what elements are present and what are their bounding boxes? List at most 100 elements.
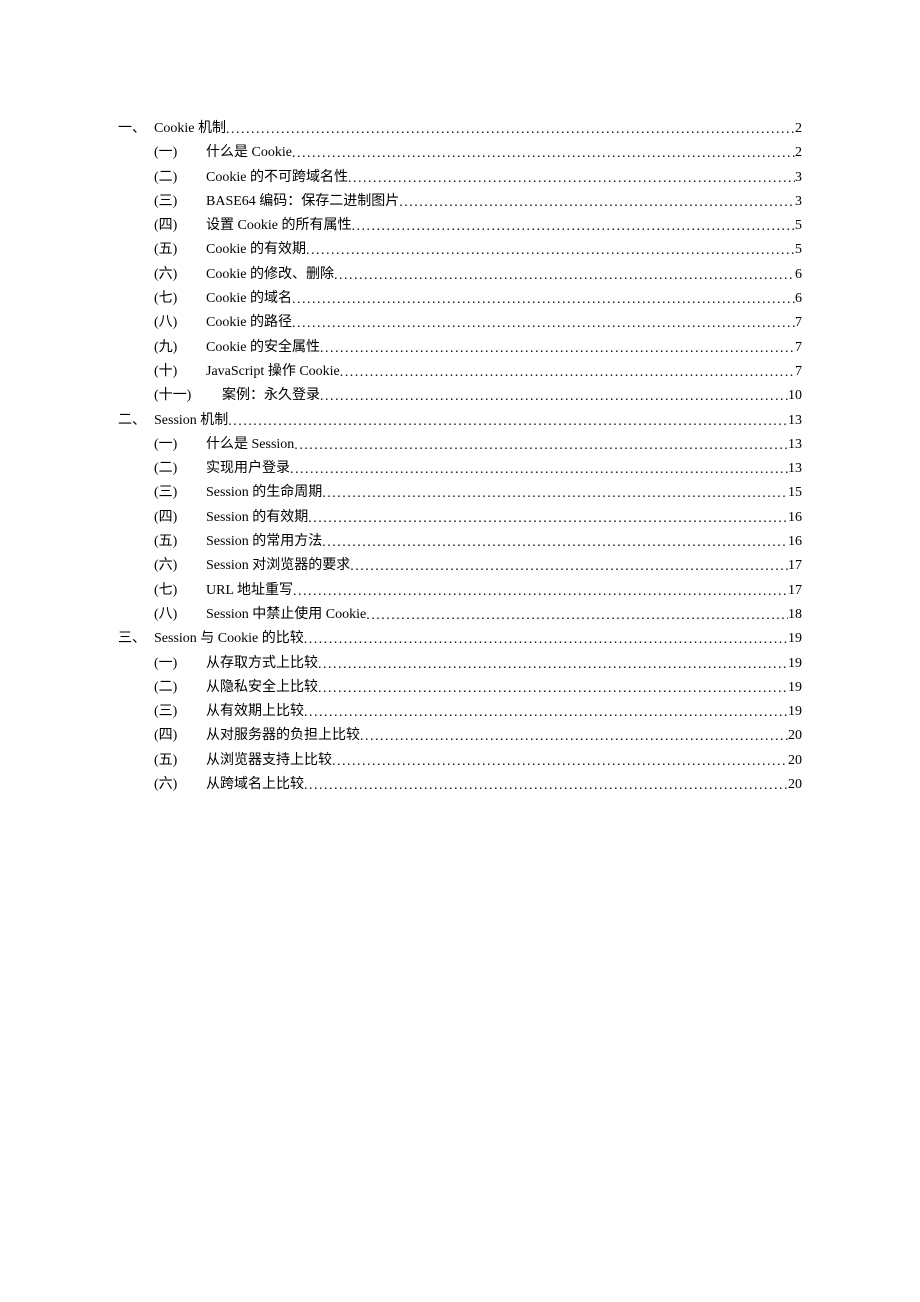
table-of-contents: 一、Cookie 机制2(一)什么是 Cookie2(二)Cookie 的不可跨… — [118, 117, 802, 797]
toc-page-number: 20 — [788, 749, 802, 773]
toc-entry: (一)什么是 Cookie 2 — [118, 141, 802, 165]
toc-page-number: 5 — [795, 214, 802, 238]
toc-title: 什么是 Session — [206, 433, 294, 457]
toc-page-number: 5 — [795, 238, 802, 262]
toc-entry: (十)JavaScript 操作 Cookie 7 — [118, 360, 802, 384]
toc-entry: (六)Session 对浏览器的要求 17 — [118, 554, 802, 578]
toc-leader-dots — [360, 725, 788, 749]
toc-entry: (一)什么是 Session13 — [118, 433, 802, 457]
toc-marker: (五) — [154, 238, 206, 262]
toc-entry: (九)Cookie 的安全属性7 — [118, 336, 802, 360]
toc-leader-dots — [322, 482, 788, 506]
toc-page-number: 15 — [788, 481, 802, 505]
toc-title: Cookie 的修改、删除 — [206, 263, 334, 287]
toc-title: Cookie 的不可跨域名性 — [206, 166, 348, 190]
toc-marker: (三) — [154, 190, 206, 214]
toc-leader-dots — [348, 167, 795, 191]
toc-entry: (八)Session 中禁止使用 Cookie18 — [118, 603, 802, 627]
toc-leader-dots — [399, 191, 795, 215]
toc-entry: (三)从有效期上比较19 — [118, 700, 802, 724]
toc-marker: (一) — [154, 652, 206, 676]
toc-page-number: 19 — [788, 627, 802, 651]
toc-title: Session 对浏览器的要求 — [206, 554, 350, 578]
toc-leader-dots — [306, 239, 795, 263]
toc-title: BASE64 编码：保存二进制图片 — [206, 190, 399, 214]
toc-leader-dots — [228, 410, 788, 434]
toc-leader-dots — [334, 264, 795, 288]
toc-entry: (八)Cookie 的路径7 — [118, 311, 802, 335]
toc-marker: 二、 — [118, 409, 154, 433]
toc-title: 设置 Cookie 的所有属性 — [206, 214, 351, 238]
toc-marker: (十) — [154, 360, 206, 384]
toc-leader-dots — [366, 604, 788, 628]
toc-title: URL 地址重写 — [206, 579, 293, 603]
toc-page-number: 7 — [795, 311, 802, 335]
toc-marker: (九) — [154, 336, 206, 360]
toc-title: 从跨域名上比较 — [206, 773, 304, 797]
toc-marker: 三、 — [118, 627, 154, 651]
toc-page-number: 20 — [788, 724, 802, 748]
toc-title: 什么是 Cookie — [206, 141, 292, 165]
toc-page-number: 6 — [795, 263, 802, 287]
toc-entry: (三)Session 的生命周期 15 — [118, 481, 802, 505]
toc-entry: (四)设置 Cookie 的所有属性 5 — [118, 214, 802, 238]
toc-entry: (四)从对服务器的负担上比较 20 — [118, 724, 802, 748]
toc-leader-dots — [292, 288, 795, 312]
toc-entry: (三)BASE64 编码：保存二进制图片3 — [118, 190, 802, 214]
toc-entry: (六)从跨域名上比较20 — [118, 773, 802, 797]
toc-marker: (三) — [154, 481, 206, 505]
toc-leader-dots — [318, 677, 788, 701]
toc-entry: (五)Session 的常用方法16 — [118, 530, 802, 554]
toc-marker: (一) — [154, 141, 206, 165]
toc-entry: (七)URL 地址重写 17 — [118, 579, 802, 603]
toc-title: Session 中禁止使用 Cookie — [206, 603, 366, 627]
toc-entry: (二)从隐私安全上比较 19 — [118, 676, 802, 700]
toc-title: Cookie 的路径 — [206, 311, 292, 335]
toc-marker: (五) — [154, 530, 206, 554]
toc-marker: (十一) — [154, 384, 222, 408]
toc-marker: (三) — [154, 700, 206, 724]
toc-marker: (一) — [154, 433, 206, 457]
toc-leader-dots — [320, 385, 788, 409]
toc-page-number: 19 — [788, 676, 802, 700]
toc-title: 从隐私安全上比较 — [206, 676, 318, 700]
toc-leader-dots — [318, 653, 788, 677]
toc-leader-dots — [292, 142, 795, 166]
toc-marker: (二) — [154, 676, 206, 700]
toc-page-number: 17 — [788, 579, 802, 603]
toc-marker: (四) — [154, 506, 206, 530]
toc-title: Session 的有效期 — [206, 506, 308, 530]
toc-marker: (六) — [154, 554, 206, 578]
toc-title: 实现用户登录 — [206, 457, 290, 481]
toc-marker: (四) — [154, 214, 206, 238]
toc-leader-dots — [320, 337, 795, 361]
toc-leader-dots — [322, 531, 788, 555]
toc-page-number: 16 — [788, 506, 802, 530]
toc-leader-dots — [304, 628, 788, 652]
toc-title: Session 的常用方法 — [206, 530, 322, 554]
toc-title: Cookie 机制 — [154, 117, 226, 141]
toc-page-number: 3 — [795, 166, 802, 190]
toc-entry: (十一)案例：永久登录10 — [118, 384, 802, 408]
toc-page-number: 2 — [795, 141, 802, 165]
toc-marker: (五) — [154, 749, 206, 773]
toc-title: JavaScript 操作 Cookie — [206, 360, 340, 384]
toc-leader-dots — [340, 361, 795, 385]
toc-marker: (四) — [154, 724, 206, 748]
toc-page-number: 6 — [795, 287, 802, 311]
toc-title: Session 机制 — [154, 409, 228, 433]
toc-marker: 一、 — [118, 117, 154, 141]
toc-page-number: 13 — [788, 409, 802, 433]
toc-title: 从对服务器的负担上比较 — [206, 724, 360, 748]
toc-title: Cookie 的有效期 — [206, 238, 306, 262]
toc-page-number: 17 — [788, 554, 802, 578]
toc-leader-dots — [308, 507, 788, 531]
toc-marker: (二) — [154, 166, 206, 190]
toc-leader-dots — [290, 458, 788, 482]
toc-title: Session 的生命周期 — [206, 481, 322, 505]
toc-page-number: 7 — [795, 360, 802, 384]
toc-entry: (四)Session 的有效期 16 — [118, 506, 802, 530]
toc-marker: (七) — [154, 579, 206, 603]
toc-page-number: 2 — [795, 117, 802, 141]
toc-marker: (二) — [154, 457, 206, 481]
